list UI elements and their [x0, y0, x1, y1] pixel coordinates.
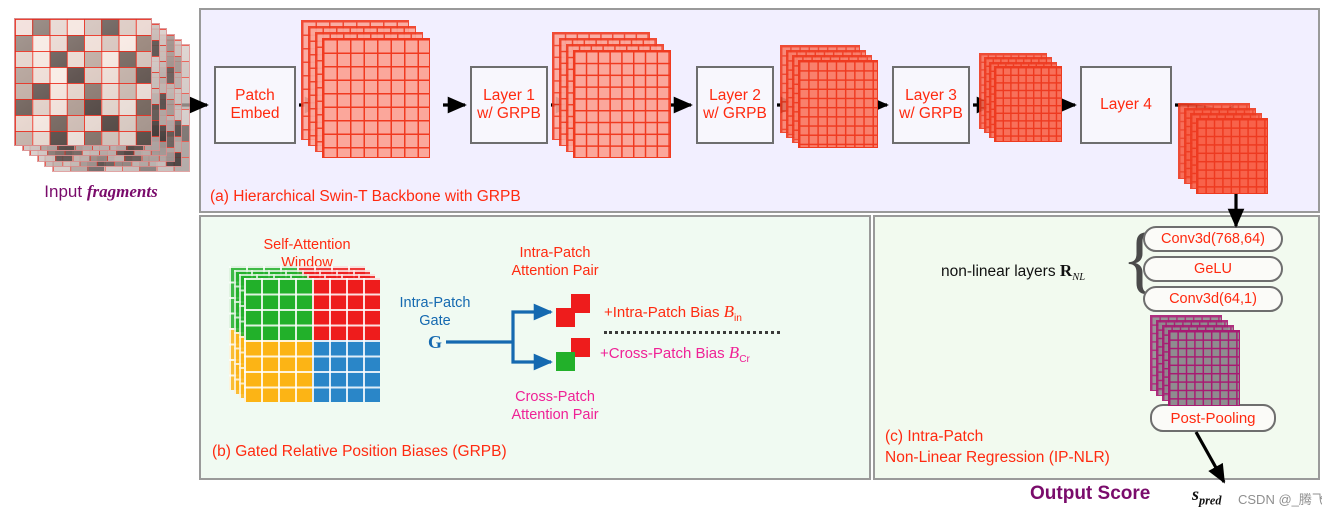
intra-bias-subscript: in: [734, 313, 742, 324]
pill-label: Post-Pooling: [1170, 409, 1256, 427]
feature-map-after-layer-4: [1178, 103, 1268, 194]
self-attention-window-grid: [229, 266, 380, 404]
cross-pair-square-lower: [556, 352, 575, 371]
feature-sheet: [322, 38, 430, 158]
nl-symbol: R: [1059, 261, 1073, 280]
intra-pair-line2: Attention Pair: [511, 263, 599, 280]
input-label-prefix: Input: [44, 182, 87, 201]
intra-pair-square-lower: [556, 308, 575, 327]
intra-patch-gate-label: Intra-Patch Gate G: [380, 294, 490, 354]
panel-b-caption: (b) Gated Relative Position Biases (GRPB…: [212, 443, 507, 460]
cross-pair-line2: Attention Pair: [511, 407, 599, 424]
output-score-label: Output Score: [1030, 483, 1151, 504]
output-symbol-base: s: [1192, 484, 1200, 504]
block-label-line2: w/ GRPB: [703, 105, 767, 122]
panel-a-caption: (a) Hierarchical Swin-T Backbone with GR…: [210, 188, 521, 205]
nl-symbol-subscript: NL: [1072, 272, 1086, 284]
non-linear-layers-label: non-linear layers RNL: [941, 261, 1085, 283]
feature-sheet: [573, 50, 671, 158]
pill-label: Conv3d(768,64): [1161, 231, 1265, 247]
input-fragments-stack: [14, 18, 190, 178]
quadrant-bottom-right: [312, 340, 380, 402]
cross-bias-subscript: Cr: [739, 354, 750, 365]
attention-window-sheet: [244, 278, 380, 402]
feature-sheet: [798, 60, 878, 148]
pill-label: Conv3d(64,1): [1169, 291, 1257, 307]
block-layer-3[interactable]: Layer 3 w/ GRPB: [892, 66, 970, 144]
block-label-line1: Layer 3: [905, 86, 957, 104]
nl-label-text: non-linear layers: [941, 263, 1060, 280]
gate-label-line2: Gate: [419, 313, 451, 330]
gate-label-line1: Intra-Patch: [399, 295, 471, 311]
layer-gelu[interactable]: GeLU: [1143, 256, 1283, 282]
block-layer-1[interactable]: Layer 1 w/ GRPB: [470, 66, 548, 144]
block-label-line1: Patch: [235, 86, 275, 104]
feature-map-after-layer-3: [979, 52, 1062, 142]
cross-bias-text: +Cross-Patch Bias: [600, 345, 729, 362]
panel-c-caption-line1: (c) Intra-Patch: [885, 428, 984, 445]
feature-map-after-patch-embed: [301, 20, 430, 158]
cross-patch-attention-pair-label: Cross-Patch Attention Pair: [475, 388, 635, 424]
intra-bias-symbol: B: [723, 302, 735, 321]
quadrant-top-right: [312, 278, 380, 340]
output-symbol-subscript: pred: [1199, 493, 1222, 508]
block-label-line2: w/ GRPB: [899, 105, 963, 122]
bias-divider: [604, 331, 780, 334]
block-label-line1: Layer 4: [1100, 95, 1152, 113]
gate-symbol: G: [427, 332, 442, 353]
block-label-line2: w/ GRPB: [477, 105, 541, 122]
intra-patch-attention-pair-label: Intra-Patch Attention Pair: [475, 244, 635, 280]
input-fragments-label: Input fragments: [6, 182, 196, 202]
fragment-sheet: [14, 18, 152, 146]
block-patch-embed[interactable]: Patch Embed: [214, 66, 296, 144]
layer-conv3d-64-1[interactable]: Conv3d(64,1): [1143, 286, 1283, 312]
cross-patch-bias-label: +Cross-Patch Bias BCr: [600, 343, 750, 365]
feature-sheet: [1196, 118, 1268, 194]
pooled-feature-map: [1150, 315, 1240, 406]
quadrant-top-left: [244, 278, 312, 340]
post-pooling-block[interactable]: Post-Pooling: [1150, 404, 1276, 432]
intra-bias-text: +Intra-Patch Bias: [604, 304, 724, 321]
input-label-emphasis: fragments: [86, 182, 158, 201]
window-label-line1: Self-Attention: [263, 237, 351, 253]
panel-c-caption-line2: Non-Linear Regression (IP-NLR): [885, 448, 1110, 466]
cross-bias-symbol: B: [728, 343, 740, 362]
quadrant-bottom-left: [244, 340, 312, 402]
feature-sheet: [994, 66, 1062, 142]
block-label-line2: Embed: [230, 105, 280, 122]
block-label-line1: Layer 1: [483, 86, 535, 104]
pill-label: GeLU: [1194, 261, 1232, 277]
watermark: CSDN @_腾飞: [1238, 492, 1322, 507]
block-layer-4[interactable]: Layer 4: [1080, 66, 1172, 144]
cross-pair-line1: Cross-Patch: [515, 389, 595, 405]
intra-patch-bias-label: +Intra-Patch Bias Bin: [604, 302, 742, 324]
block-label-line1: Layer 2: [709, 86, 761, 104]
panel-c-caption: (c) Intra-Patch Non-Linear Regression (I…: [885, 427, 1110, 469]
layer-conv3d-768-64[interactable]: Conv3d(768,64): [1143, 226, 1283, 252]
feature-map-after-layer-1: [552, 32, 671, 158]
feature-sheet: [1168, 330, 1240, 406]
output-score-symbol: spred: [1192, 484, 1221, 509]
block-layer-2[interactable]: Layer 2 w/ GRPB: [696, 66, 774, 144]
intra-pair-line1: Intra-Patch: [519, 245, 591, 261]
feature-map-after-layer-2: [780, 45, 878, 148]
